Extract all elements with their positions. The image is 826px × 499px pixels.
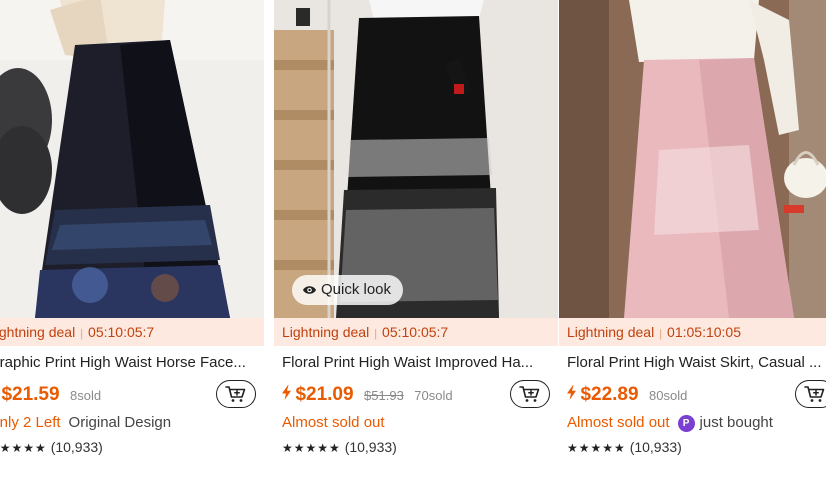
- stock-warning: Almost sold out: [567, 414, 670, 431]
- deal-separator: |: [374, 328, 378, 340]
- quick-look-button[interactable]: Quick look: [292, 275, 404, 307]
- deal-timer: 05:10:05:7: [88, 324, 155, 340]
- stock-status: Almost sold out Pjust bought: [567, 414, 826, 432]
- price-row: $21.59 8sold: [0, 380, 256, 410]
- deal-timer: 01:05:10:05: [667, 324, 742, 340]
- product-title[interactable]: Graphic Print High Waist Horse Face...: [0, 354, 256, 371]
- product-price: $21.59: [1, 384, 60, 405]
- original-price: $51.93: [364, 387, 404, 403]
- deal-separator: |: [80, 328, 84, 340]
- cart-icon: [804, 386, 825, 402]
- product-image[interactable]: [559, 0, 826, 318]
- bolt-icon: [282, 385, 291, 405]
- lightning-deal-banner: Lightning deal | 01:05:10:05: [559, 318, 826, 346]
- price-row: $21.09 $51.93 70sold: [282, 380, 550, 410]
- eye-icon: [302, 277, 317, 307]
- add-to-cart-button[interactable]: [510, 380, 550, 408]
- rating[interactable]: ★★★★★ (10,933): [567, 439, 682, 455]
- deal-label: Lightning deal: [567, 324, 655, 340]
- lightning-deal-banner: Lightning deal | 05:10:05:7: [274, 318, 558, 346]
- stock-status: Only 2 Left Original Design: [0, 414, 256, 431]
- tag-label: Original Design: [68, 414, 172, 431]
- review-count: (10,933): [344, 439, 397, 455]
- product-title[interactable]: Floral Print High Waist Skirt, Casual ..…: [567, 354, 826, 371]
- add-to-cart-button[interactable]: [795, 380, 826, 408]
- deal-label: Lightning deal: [282, 324, 370, 340]
- star-icon: ★★★★★: [282, 441, 341, 455]
- stock-status: Almost sold out: [282, 414, 550, 431]
- deal-timer: 05:10:05:7: [382, 324, 449, 340]
- product-price: $22.89: [580, 384, 639, 405]
- sold-count: 70sold: [414, 387, 453, 403]
- deal-label: Lightning deal: [0, 324, 76, 340]
- cart-icon: [225, 386, 246, 402]
- star-icon: ★★★★★: [567, 441, 626, 455]
- deal-separator: |: [659, 328, 663, 340]
- buyer-avatar: P: [677, 415, 695, 432]
- review-count: (10,933): [629, 439, 682, 455]
- add-to-cart-button[interactable]: [216, 380, 256, 408]
- star-icon: ★★★★★: [0, 441, 47, 455]
- stock-warning: Almost sold out: [282, 414, 385, 431]
- just-bought-label: just bought: [699, 414, 773, 431]
- cart-icon: [519, 386, 540, 402]
- stock-warning: Only 2 Left: [0, 414, 61, 431]
- product-card-2[interactable]: Quick look Lightning deal | 05:10:05:7 Flo…: [274, 0, 558, 499]
- quick-look-label: Quick look: [321, 281, 392, 298]
- rating[interactable]: ★★★★★ (10,933): [282, 439, 397, 455]
- product-card-1[interactable]: Lightning deal | 05:10:05:7 Graphic Print …: [0, 0, 264, 499]
- product-image[interactable]: [274, 0, 558, 318]
- product-price: $21.09: [295, 384, 354, 405]
- sold-count: 80sold: [649, 387, 688, 403]
- review-count: (10,933): [50, 439, 103, 455]
- price-row: $22.89 80sold: [567, 380, 826, 410]
- rating[interactable]: ★★★★★ (10,933): [0, 439, 103, 455]
- bolt-icon: [567, 385, 576, 405]
- product-image[interactable]: [0, 0, 264, 318]
- lightning-deal-banner: Lightning deal | 05:10:05:7: [0, 318, 264, 346]
- product-title[interactable]: Floral Print High Waist Improved Ha...: [282, 354, 550, 371]
- sold-count: 8sold: [70, 387, 102, 403]
- product-card-3[interactable]: Lightning deal | 01:05:10:05 Floral Print …: [559, 0, 826, 499]
